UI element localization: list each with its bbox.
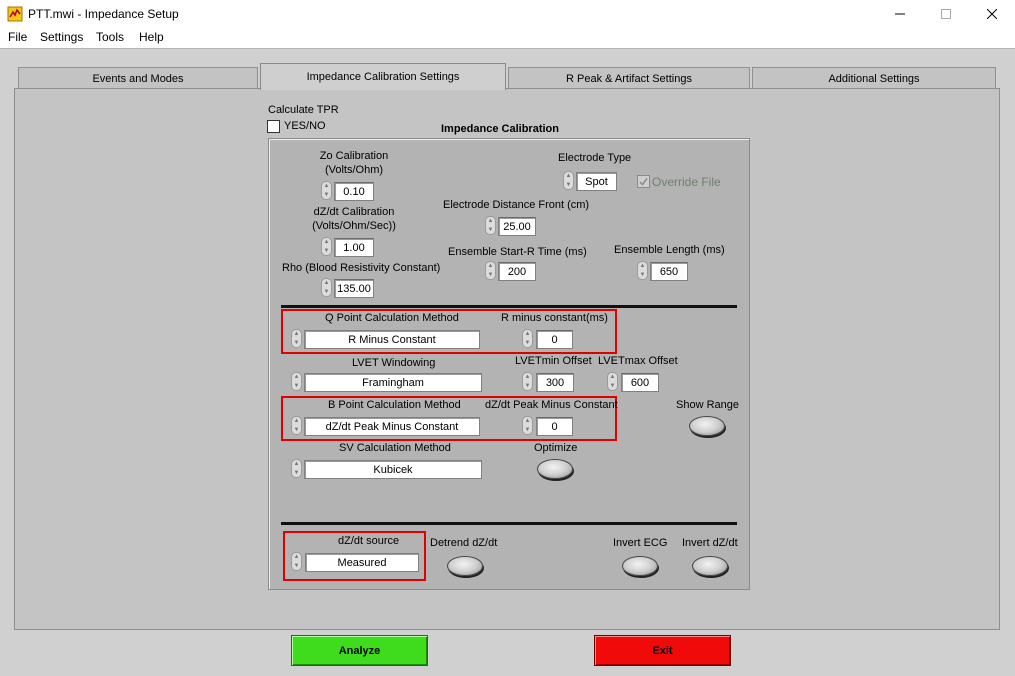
lvetmin-input[interactable]: 300 — [536, 373, 574, 392]
override-file-label: Override File — [652, 175, 721, 189]
rho-spinner[interactable]: ▲ ▼ — [321, 278, 332, 297]
show-range-label: Show Range — [676, 399, 739, 411]
checkmark-icon — [639, 178, 648, 186]
ensemble-length-label: Ensemble Length (ms) — [614, 244, 725, 256]
q-point-spinner[interactable]: ▲ ▼ — [291, 329, 302, 348]
section-title: Impedance Calibration — [441, 123, 559, 135]
menu-help[interactable]: Help — [139, 30, 164, 44]
invert-dzdt-button[interactable] — [692, 556, 728, 576]
electrode-type-label: Electrode Type — [558, 152, 632, 164]
exit-button[interactable]: Exit — [594, 635, 731, 666]
invert-dzdt-label: Invert dZ/dt — [682, 537, 738, 549]
sv-method-label: SV Calculation Method — [339, 442, 451, 454]
r-minus-label: R minus constant(ms) — [501, 312, 608, 324]
dzdt-source-label: dZ/dt source — [338, 535, 400, 547]
electrode-distance-label: Electrode Distance Front (cm) — [443, 199, 590, 211]
app-icon — [7, 6, 23, 22]
close-button[interactable] — [969, 0, 1015, 28]
lvetmax-spinner[interactable]: ▲ ▼ — [607, 372, 618, 391]
minimize-button[interactable] — [877, 0, 923, 28]
tab-events-and-modes[interactable]: Events and Modes — [18, 67, 258, 89]
tpr-checkbox[interactable] — [267, 120, 280, 133]
dzdt-source-select[interactable]: Measured — [305, 553, 419, 572]
lvetmin-label: LVETmin Offset — [515, 355, 592, 367]
dzdt-calibration-label: dZ/dt Calibration — [313, 206, 395, 218]
dzdt-calibration-input[interactable]: 1.00 — [334, 238, 374, 257]
override-file-checkbox[interactable] — [637, 175, 650, 188]
tab-additional-settings[interactable]: Additional Settings — [752, 67, 996, 89]
zo-spinner[interactable]: ▲ ▼ — [321, 181, 332, 200]
divider-lower — [281, 522, 737, 525]
tab-r-peak-artifact-settings[interactable]: R Peak & Artifact Settings — [508, 67, 750, 89]
ensemble-length-input[interactable]: 650 — [650, 262, 688, 281]
invert-ecg-button[interactable] — [622, 556, 658, 576]
invert-ecg-label: Invert ECG — [613, 537, 668, 549]
dzdt-calibration-unit: (Volts/Ohm/Sec)) — [312, 220, 396, 232]
menu-file[interactable]: File — [8, 30, 27, 44]
divider-upper — [281, 305, 737, 308]
dzdt-peak-spinner[interactable]: ▲ ▼ — [522, 416, 533, 435]
zo-calibration-label: Zo Calibration — [319, 150, 389, 162]
b-point-label: B Point Calculation Method — [328, 399, 461, 411]
rho-label: Rho (Blood Resistivity Constant) — [282, 262, 441, 274]
detrend-button[interactable] — [447, 556, 483, 576]
sv-spinner[interactable]: ▲ ▼ — [291, 459, 302, 478]
rho-input[interactable]: 135.00 — [334, 279, 374, 298]
electrode-distance-spinner[interactable]: ▲ ▼ — [485, 216, 496, 235]
dzdt-peak-label: dZ/dt Peak Minus Constant — [485, 399, 618, 411]
zo-calibration-unit: (Volts/Ohm) — [324, 164, 384, 176]
b-point-spinner[interactable]: ▲ ▼ — [291, 416, 302, 435]
lvet-windowing-select[interactable]: Framingham — [304, 373, 482, 392]
lvetmax-input[interactable]: 600 — [621, 373, 659, 392]
lvetmin-spinner[interactable]: ▲ ▼ — [522, 372, 533, 391]
dzdt-peak-input[interactable]: 0 — [536, 417, 573, 436]
window-title: PTT.mwi - Impedance Setup — [28, 7, 179, 21]
lvetmax-label: LVETmax Offset — [598, 355, 678, 367]
lvet-windowing-label: LVET Windowing — [352, 357, 436, 369]
menu-tools[interactable]: Tools — [96, 30, 124, 44]
ensemble-start-label: Ensemble Start-R Time (ms) — [448, 246, 587, 258]
r-minus-spinner[interactable]: ▲ ▼ — [522, 329, 533, 348]
tab-impedance-calibration-settings[interactable]: Impedance Calibration Settings — [260, 63, 506, 90]
tpr-checkbox-label: YES/NO — [284, 120, 326, 132]
lvet-spinner[interactable]: ▲ ▼ — [291, 372, 302, 391]
r-minus-input[interactable]: 0 — [536, 330, 573, 349]
electrode-type-input[interactable]: Spot — [576, 172, 617, 191]
zo-calibration-input[interactable]: 0.10 — [334, 182, 374, 201]
q-point-method-select[interactable]: R Minus Constant — [304, 330, 480, 349]
optimize-label: Optimize — [534, 442, 578, 454]
maximize-button[interactable] — [923, 0, 969, 28]
ensemble-start-spinner[interactable]: ▲ ▼ — [485, 261, 496, 280]
detrend-label: Detrend dZ/dt — [430, 537, 498, 549]
dzdt-spinner[interactable]: ▲ ▼ — [321, 237, 332, 256]
dzdt-source-spinner[interactable]: ▲ ▼ — [291, 552, 302, 571]
show-range-button[interactable] — [689, 416, 725, 436]
analyze-button[interactable]: Analyze — [291, 635, 428, 666]
ensemble-length-spinner[interactable]: ▲ ▼ — [637, 261, 648, 280]
electrode-type-spinner[interactable]: ▲ ▼ — [563, 171, 574, 190]
b-point-method-select[interactable]: dZ/dt Peak Minus Constant — [304, 417, 480, 436]
electrode-distance-input[interactable]: 25.00 — [498, 217, 536, 236]
menu-settings[interactable]: Settings — [40, 30, 83, 44]
q-point-label: Q Point Calculation Method — [325, 312, 459, 324]
sv-method-select[interactable]: Kubicek — [304, 460, 482, 479]
ensemble-start-input[interactable]: 200 — [498, 262, 536, 281]
tpr-label: Calculate TPR — [268, 104, 339, 116]
optimize-button[interactable] — [537, 459, 573, 479]
close-icon — [987, 9, 997, 19]
